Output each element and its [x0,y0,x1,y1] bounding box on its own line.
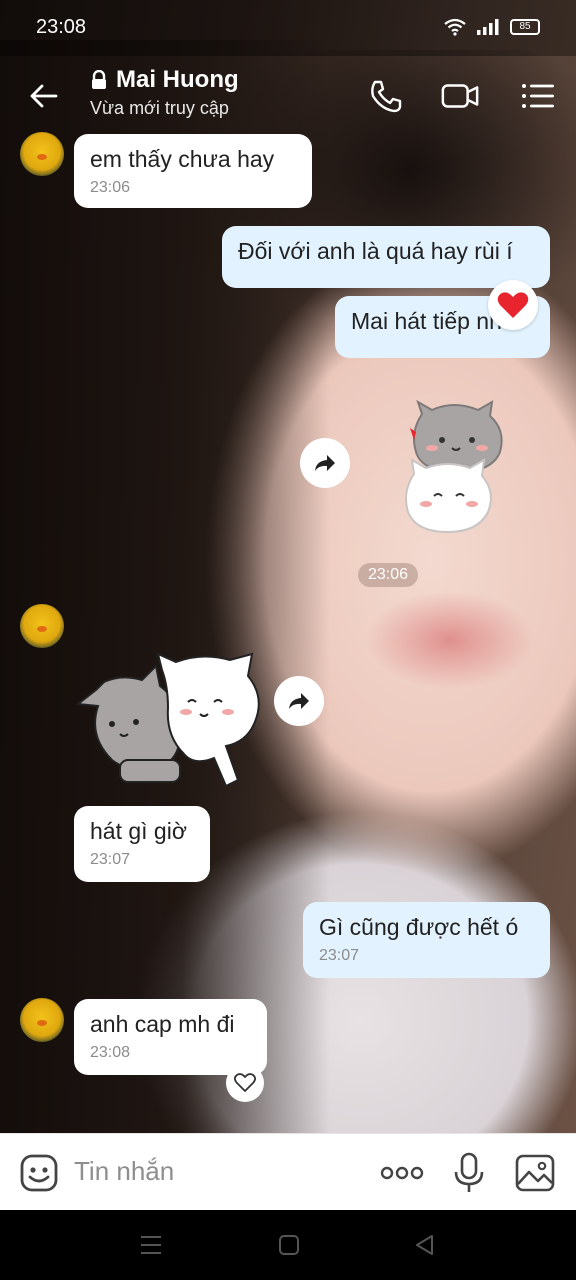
heart-outline-icon [234,1073,256,1092]
message-bubble-outgoing[interactable]: Đối với anh là quá hay rùi í [222,226,550,288]
forward-arrow-icon [289,693,309,709]
cat-sticker-outgoing[interactable] [396,396,526,536]
forward-arrow-icon [315,455,335,471]
chat-header: Mai Huong Vừa mới truy cập [0,56,576,132]
lock-icon [92,70,106,89]
message-input-bar [0,1133,576,1210]
message-bubble-outgoing[interactable]: Gì cũng được hết ó 23:07 [303,902,550,978]
contact-avatar[interactable] [20,998,64,1042]
message-text: em thấy chưa hay [90,146,275,172]
status-icons: 85 [444,18,540,36]
battery-icon: 85 [510,19,540,35]
video-camera-icon[interactable] [440,76,480,116]
system-navigation-bar [0,1210,576,1280]
message-time: 23:06 [90,179,131,196]
message-time: 23:07 [90,851,131,868]
smiley-icon[interactable] [18,1152,60,1194]
message-text: anh cap mh đi [90,1011,235,1037]
more-dots-icon[interactable] [380,1152,424,1194]
contact-avatar[interactable] [20,604,64,648]
back-triangle-icon[interactable] [412,1232,438,1258]
contact-info[interactable]: Mai Huong Vừa mới truy cập [90,66,239,119]
time-separator: 23:06 [358,563,419,587]
arrow-left-icon[interactable] [26,78,62,114]
contact-avatar[interactable] [20,132,64,176]
react-like-button[interactable] [226,1064,264,1102]
list-menu-icon[interactable] [518,76,558,116]
message-text: hát gì giờ [90,818,187,844]
forward-button[interactable] [300,438,350,488]
cat-sticker-incoming[interactable] [76,650,266,790]
message-input[interactable] [74,1156,354,1187]
message-time: 23:08 [90,1044,131,1061]
wifi-icon [444,18,466,36]
message-time: 23:07 [319,947,360,964]
signal-icon [477,19,499,35]
reaction-heart-icon[interactable] [488,280,538,330]
contact-status: Vừa mới truy cập [90,98,229,118]
message-bubble-incoming[interactable]: hát gì giờ 23:07 [74,806,210,882]
message-text: Đối với anh là quá hay rùi í [238,238,513,264]
image-icon[interactable] [514,1152,556,1194]
home-square-icon[interactable] [276,1232,302,1258]
forward-button[interactable] [274,676,324,726]
message-bubble-incoming[interactable]: em thấy chưa hay 23:06 [74,134,312,208]
message-bubble-incoming[interactable]: anh cap mh đi 23:08 [74,999,267,1075]
recents-menu-icon[interactable] [138,1232,164,1258]
phone-icon[interactable] [366,76,406,116]
status-bar: 23:08 85 [0,0,576,56]
heart-icon [497,292,529,318]
contact-title: Mai Huong [90,66,239,94]
message-text: Gì cũng được hết ó [319,914,519,940]
contact-name: Mai Huong [116,66,239,93]
microphone-icon[interactable] [448,1152,490,1194]
status-time: 23:08 [36,16,87,38]
